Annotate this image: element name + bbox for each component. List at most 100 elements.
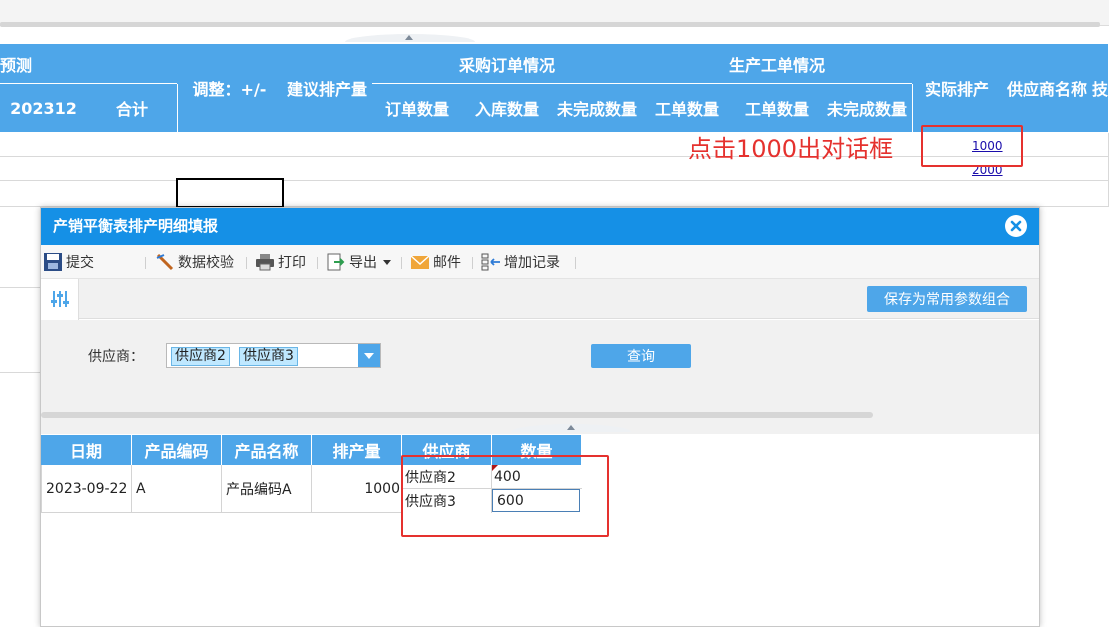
report-cell[interactable] [372,133,463,157]
annotation-text: 点击1000出对话框 [688,135,894,163]
toolbar-divider [246,257,247,269]
report-cell[interactable] [1092,157,1109,181]
supplier-chip-3[interactable]: 供应商3 [239,347,298,366]
header-purchase-group: 采购订单情况 [372,44,643,84]
report-cell[interactable] [462,133,553,157]
collapse-up-icon [567,425,575,430]
header-adjust: 调整：+/- [177,44,283,133]
close-icon [1010,220,1022,232]
header-actual: 实际排产 [912,44,1003,133]
report-cell[interactable] [282,133,373,157]
report-cell[interactable] [462,157,553,181]
report-cell[interactable] [552,181,643,207]
validate-label: 数据校验 [178,255,234,271]
submit-button[interactable]: 提交 [43,245,94,279]
report-cell[interactable] [0,133,88,157]
mail-label: 邮件 [433,255,461,271]
header-month: 202312 [0,84,88,133]
report-cell[interactable] [1002,181,1093,207]
toolbar-divider [401,257,402,269]
highlight-box-detail [401,455,609,537]
col-product-name: 产品名称 [222,435,312,465]
toolbar-divider [145,257,146,269]
header-forecast: 预测 [0,44,178,84]
add-row-icon [481,252,501,272]
report-cell[interactable] [1092,181,1109,207]
param-scrollbar[interactable] [41,412,873,418]
header-workorder-qty-2: 工单数量 [732,84,823,133]
header-workorder-qty-1: 工单数量 [642,84,733,133]
grid-line [0,372,40,373]
validate-button[interactable]: 数据校验 [155,245,234,279]
header-suggested: 建议排产量 [282,44,373,133]
header-stock-in-qty: 入库数量 [462,84,553,133]
toolbar-divider [472,257,473,269]
mail-button[interactable]: 邮件 [410,245,461,279]
header-order-qty: 订单数量 [372,84,463,133]
col-product-code: 产品编码 [132,435,222,465]
report-cell[interactable] [0,157,88,181]
save-param-combo-button[interactable]: 保存为常用参数组合 [867,286,1027,312]
add-record-label: 增加记录 [504,255,560,271]
export-button[interactable]: 导出 [326,245,391,279]
header-cut-off: 技 [1092,44,1109,133]
cell-date[interactable]: 2023-09-22 [41,465,132,513]
col-date: 日期 [41,435,132,465]
report-cell[interactable] [87,133,178,157]
detail-dialog: 产销平衡表排产明细填报 提交 数据校验 打印 导出 邮件 增加记录 保存为常用参… [40,207,1040,627]
header-unfinished-production: 未完成数量 [822,84,913,133]
param-tab[interactable] [41,279,79,320]
print-button[interactable]: 打印 [255,245,306,279]
selected-cell[interactable] [176,178,284,208]
supplier-multiselect[interactable]: 供应商2 供应商3 [166,343,381,368]
toolbar-divider [317,257,318,269]
report-cell[interactable] [642,181,733,207]
report-cell[interactable] [0,181,88,207]
report-cell[interactable] [177,133,283,157]
mail-icon [410,252,430,272]
collapse-handle[interactable] [345,34,475,42]
report-cell[interactable] [372,181,463,207]
dialog-title: 产销平衡表排产明细填报 [41,208,1039,245]
close-button[interactable] [1005,215,1027,237]
report-cell[interactable] [1092,133,1109,157]
export-icon [326,252,346,272]
report-cell[interactable] [87,157,178,181]
report-cell[interactable] [462,181,553,207]
grid-line [0,287,40,288]
save-icon [43,252,63,272]
submit-label: 提交 [66,255,94,271]
add-record-button[interactable]: 增加记录 [481,245,560,279]
top-scrollbar[interactable] [0,22,1100,27]
report-cell[interactable] [912,181,1003,207]
report-cell[interactable] [372,157,463,181]
header-production-group: 生产工单情况 [642,44,913,84]
header-total: 合计 [87,84,178,133]
report-cell[interactable] [552,133,643,157]
report-cell[interactable] [732,181,823,207]
cell-product-code[interactable]: A [132,465,222,513]
collapse-up-icon [405,35,413,40]
cell-product-name[interactable]: 产品编码A [222,465,312,513]
report-cell[interactable] [552,157,643,181]
sliders-icon [51,291,69,307]
report-cell[interactable] [282,157,373,181]
report-cell[interactable] [87,181,178,207]
printer-icon [255,252,275,272]
cell-schedule-qty[interactable]: 1000 [312,465,402,513]
header-supplier-name: 供应商名称 [1002,44,1093,133]
validate-icon [155,252,175,272]
report-cell[interactable] [822,181,913,207]
supplier-label: 供应商： [88,349,144,365]
report-cell[interactable] [282,181,373,207]
toolbar-divider [575,257,576,269]
print-label: 打印 [278,255,306,271]
col-schedule-qty: 排产量 [312,435,402,465]
query-button[interactable]: 查询 [591,344,691,368]
supplier-chip-2[interactable]: 供应商2 [171,347,230,366]
dropdown-arrow-icon[interactable] [358,344,380,367]
header-unfinished-purchase: 未完成数量 [552,84,643,133]
chevron-down-icon [383,259,391,265]
export-label: 导出 [349,255,377,271]
toolbar: 提交 数据校验 打印 导出 邮件 增加记录 [41,245,1039,279]
